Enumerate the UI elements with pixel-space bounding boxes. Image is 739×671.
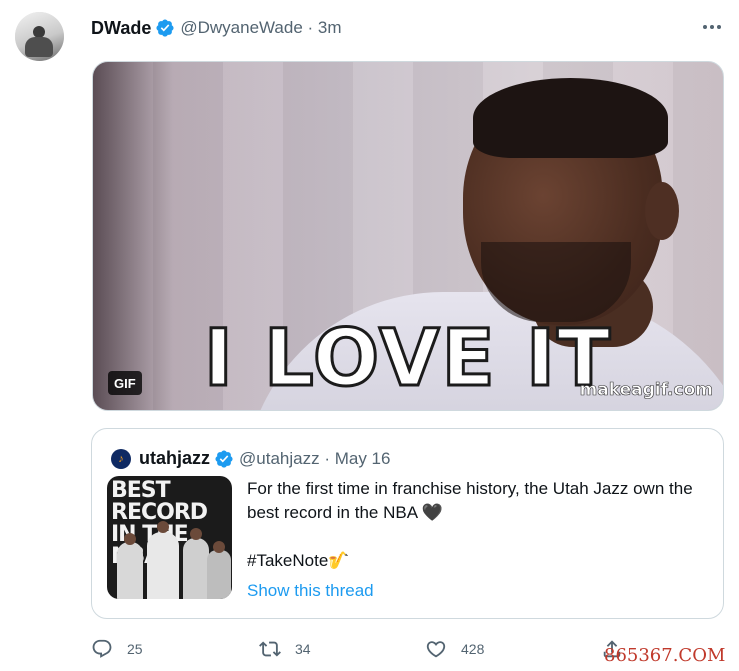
- quoted-header: utahjazz @utahjazz · May 16: [139, 448, 390, 469]
- quoted-text-body: For the first time in franchise history,…: [247, 479, 693, 522]
- quoted-tweet[interactable]: ♪ utahjazz @utahjazz · May 16 BEST RECOR…: [91, 428, 724, 619]
- retweet-icon: [259, 641, 281, 657]
- author-display-name[interactable]: DWade: [91, 18, 151, 39]
- retweet-button[interactable]: 34: [259, 636, 311, 662]
- quoted-avatar[interactable]: ♪: [111, 449, 131, 469]
- like-button[interactable]: 428: [425, 636, 484, 662]
- reply-icon: [92, 639, 112, 658]
- reply-count: 25: [127, 641, 143, 657]
- tweet[interactable]: DWade @DwyaneWade · 3m I LOVE IT makeagi…: [0, 0, 739, 671]
- reply-button[interactable]: 25: [91, 636, 143, 662]
- quoted-display-name[interactable]: utahjazz: [139, 448, 210, 469]
- verified-badge-icon: [156, 19, 174, 37]
- retweet-count: 34: [295, 641, 311, 657]
- more-options-icon[interactable]: [700, 16, 724, 38]
- gif-media[interactable]: I LOVE IT makeagif.com GIF: [92, 61, 724, 411]
- verified-badge-icon: [215, 449, 233, 468]
- gif-watermark: makeagif.com: [579, 380, 713, 401]
- show-thread-link[interactable]: Show this thread: [247, 581, 374, 601]
- quoted-hashtag[interactable]: #TakeNote🎷: [247, 549, 712, 573]
- gif-badge: GIF: [108, 371, 142, 395]
- quoted-media-thumbnail[interactable]: BEST RECORD IN THE NBA: [107, 476, 232, 599]
- author-handle-time[interactable]: @DwyaneWade · 3m: [180, 18, 341, 38]
- author-avatar[interactable]: [15, 12, 64, 61]
- site-watermark: 865367.COM: [604, 645, 726, 666]
- tweet-header: DWade @DwyaneWade · 3m: [91, 16, 342, 40]
- quoted-text: For the first time in franchise history,…: [247, 477, 712, 573]
- quoted-handle-time[interactable]: @utahjazz · May 16: [239, 449, 390, 469]
- like-count: 428: [461, 641, 485, 657]
- heart-icon: [426, 641, 446, 658]
